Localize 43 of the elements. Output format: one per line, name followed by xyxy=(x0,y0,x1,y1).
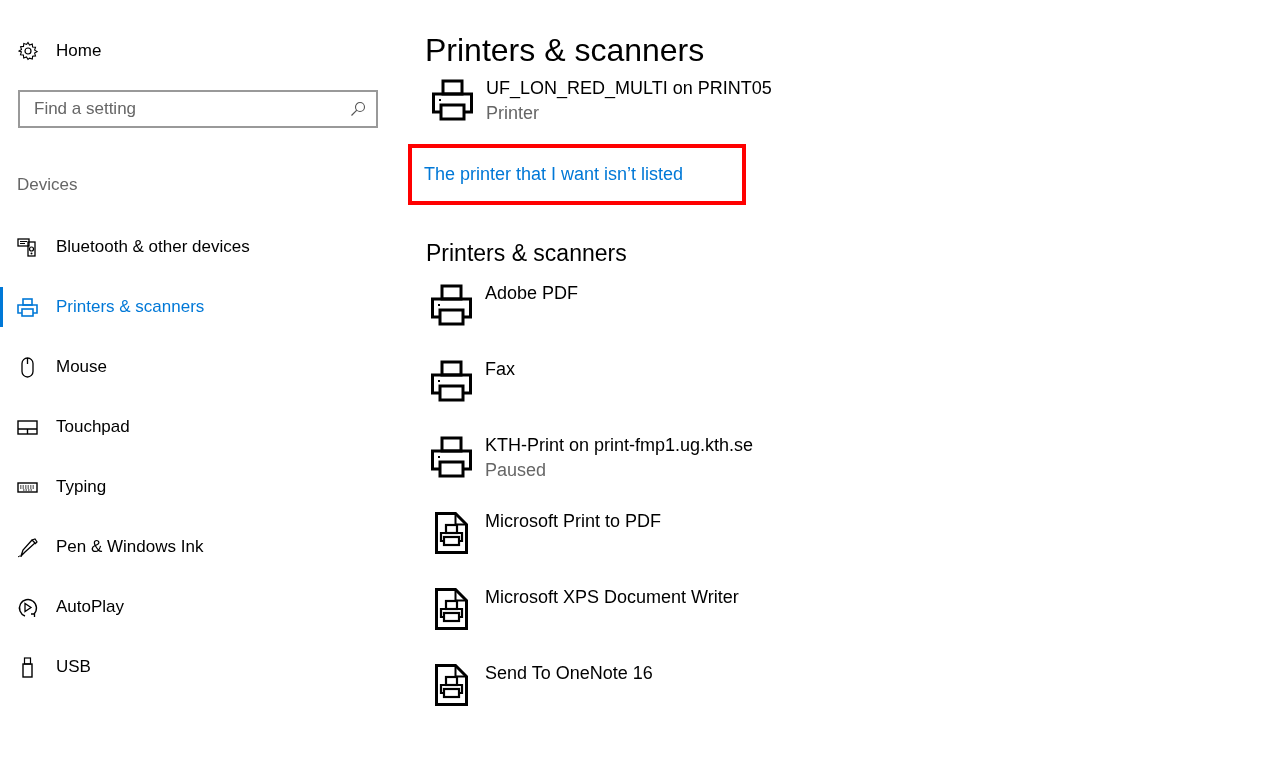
device-name: Fax xyxy=(485,358,515,381)
printer-not-listed-link[interactable]: The printer that I want isn’t listed xyxy=(424,164,684,185)
search-field[interactable]: Find a setting xyxy=(18,90,378,128)
settings-icon xyxy=(18,41,38,61)
device-name: Microsoft XPS Document Writer xyxy=(485,586,739,609)
page-title: Printers & scanners xyxy=(425,31,706,70)
device-status: Paused xyxy=(485,459,548,482)
printer-icon xyxy=(432,79,474,121)
pen-icon xyxy=(17,536,38,558)
sidebar-item[interactable]: Printers & scanners xyxy=(0,287,205,327)
printer-icon xyxy=(431,284,473,326)
device-item[interactable]: Microsoft Print to PDF xyxy=(431,509,662,585)
keyboard-speaker-icon xyxy=(17,236,38,258)
document-printer-icon xyxy=(435,664,469,706)
printer-icon xyxy=(17,296,38,318)
printer-icon xyxy=(431,360,473,402)
device-item[interactable]: Fax xyxy=(431,357,515,433)
device-item[interactable]: KTH-Print on print-fmp1.ug.kth.se Paused xyxy=(431,433,754,509)
sidebar-item[interactable]: Touchpad xyxy=(0,407,130,447)
device-name: Adobe PDF xyxy=(485,282,579,305)
sidebar-item[interactable]: Mouse xyxy=(0,347,108,387)
device-name: Send To OneNote 16 xyxy=(485,662,653,685)
device-item[interactable]: Send To OneNote 16 xyxy=(431,661,653,737)
play-circle-icon xyxy=(17,596,38,618)
device-item[interactable]: Adobe PDF xyxy=(431,281,579,357)
printer-icon xyxy=(431,436,473,478)
search-icon xyxy=(350,101,366,117)
sidebar-item[interactable]: AutoPlay xyxy=(0,587,125,627)
sidebar-item[interactable]: Pen & Windows Ink xyxy=(0,527,204,567)
device-name: Microsoft Print to PDF xyxy=(485,510,662,533)
device-status: Printer xyxy=(486,102,540,125)
section-heading: Printers & scanners xyxy=(426,239,628,267)
device-item[interactable]: Microsoft XPS Document Writer xyxy=(431,585,739,661)
document-printer-icon xyxy=(435,588,469,630)
device-item[interactable]: UF_LON_RED_MULTI on PRINT05 Printer xyxy=(432,76,772,126)
device-name: KTH-Print on print-fmp1.ug.kth.se xyxy=(485,434,754,457)
sidebar-item[interactable]: Typing xyxy=(0,467,107,507)
home-link[interactable]: Home xyxy=(18,40,102,62)
sidebar-item[interactable]: USB xyxy=(0,647,91,687)
sidebar-item[interactable]: Bluetooth & other devices xyxy=(0,227,250,267)
document-printer-icon xyxy=(435,512,469,554)
section-heading: Devices xyxy=(17,175,78,195)
device-name: UF_LON_RED_MULTI on PRINT05 xyxy=(486,77,772,100)
